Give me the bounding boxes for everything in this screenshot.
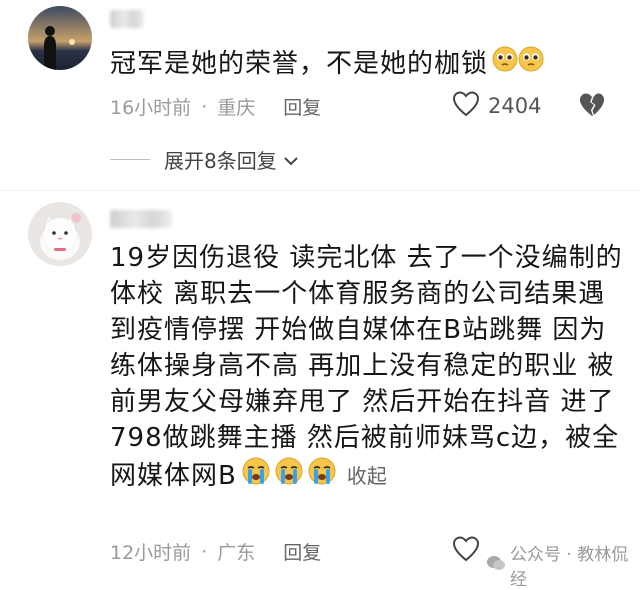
separator-dot: · <box>201 540 208 563</box>
username-blurred[interactable] <box>110 10 144 28</box>
expand-divider-line <box>110 159 150 160</box>
wechat-logo-icon <box>486 554 506 577</box>
comment-line: 前男友父母嫌弃甩了 然后开始在抖音 进了 <box>110 387 615 417</box>
crying-face-icon <box>307 456 337 496</box>
expand-replies-button[interactable]: 展开8条回复 <box>110 145 299 174</box>
timestamp: 12小时前 <box>110 542 192 564</box>
username-blurred[interactable] <box>110 210 172 228</box>
like-count: 2404 <box>488 94 542 118</box>
crying-face-icon <box>241 456 271 496</box>
reply-button[interactable]: 回复 <box>283 93 321 120</box>
dislike-broken-heart-icon[interactable] <box>578 92 606 122</box>
comment-last-line: 网媒体网B 收起 <box>110 456 630 496</box>
comment-line: 到疫情停摆 开始做自媒体在B站跳舞 因为 <box>110 315 607 345</box>
crying-face-icon <box>274 456 304 496</box>
comment-line: 19岁因伤退役 读完北体 去了一个没编制的 <box>110 243 623 273</box>
comment-line: 网媒体网B <box>110 461 237 491</box>
heart-icon <box>452 536 480 566</box>
pleading-face-icon <box>518 46 544 82</box>
comment-body: 冠军是她的荣誉，不是她的枷锁 <box>110 49 489 79</box>
comment-meta: 16小时前 · 重庆 回复 <box>110 93 321 120</box>
like-button[interactable] <box>452 536 480 566</box>
avatar[interactable] <box>28 202 92 266</box>
heart-icon <box>452 91 480 121</box>
comment-text: 冠军是她的荣誉，不是她的枷锁 <box>110 46 544 82</box>
avatar[interactable] <box>28 6 92 70</box>
comment-divider <box>0 190 640 191</box>
watermark: 公众号 · 教林侃经 <box>486 540 640 590</box>
reply-button[interactable]: 回复 <box>283 538 321 565</box>
comment-meta: 12小时前 · 广东 回复 <box>110 538 321 565</box>
chevron-down-icon <box>283 148 299 172</box>
comment-line: 798做跳舞主播 然后被前师妹骂c边，被全 <box>110 423 620 453</box>
comment-line: 体校 离职去一个体育服务商的公司结果遇 <box>110 279 606 309</box>
comment-line: 练体操身高不高 再加上没有稳定的职业 被 <box>110 351 615 381</box>
separator-dot: · <box>201 95 208 118</box>
location: 广东 <box>217 542 256 564</box>
like-button[interactable]: 2404 <box>452 91 541 121</box>
comment-text: 19岁因伤退役 读完北体 去了一个没编制的 体校 离职去一个体育服务商的公司结果… <box>110 240 630 496</box>
pleading-face-icon <box>492 46 518 82</box>
collapse-button[interactable]: 收起 <box>347 458 387 494</box>
expand-replies-label: 展开8条回复 <box>164 149 277 173</box>
location: 重庆 <box>217 97 256 119</box>
watermark-text: 公众号 · 教林侃经 <box>510 545 629 590</box>
timestamp: 16小时前 <box>110 97 192 119</box>
